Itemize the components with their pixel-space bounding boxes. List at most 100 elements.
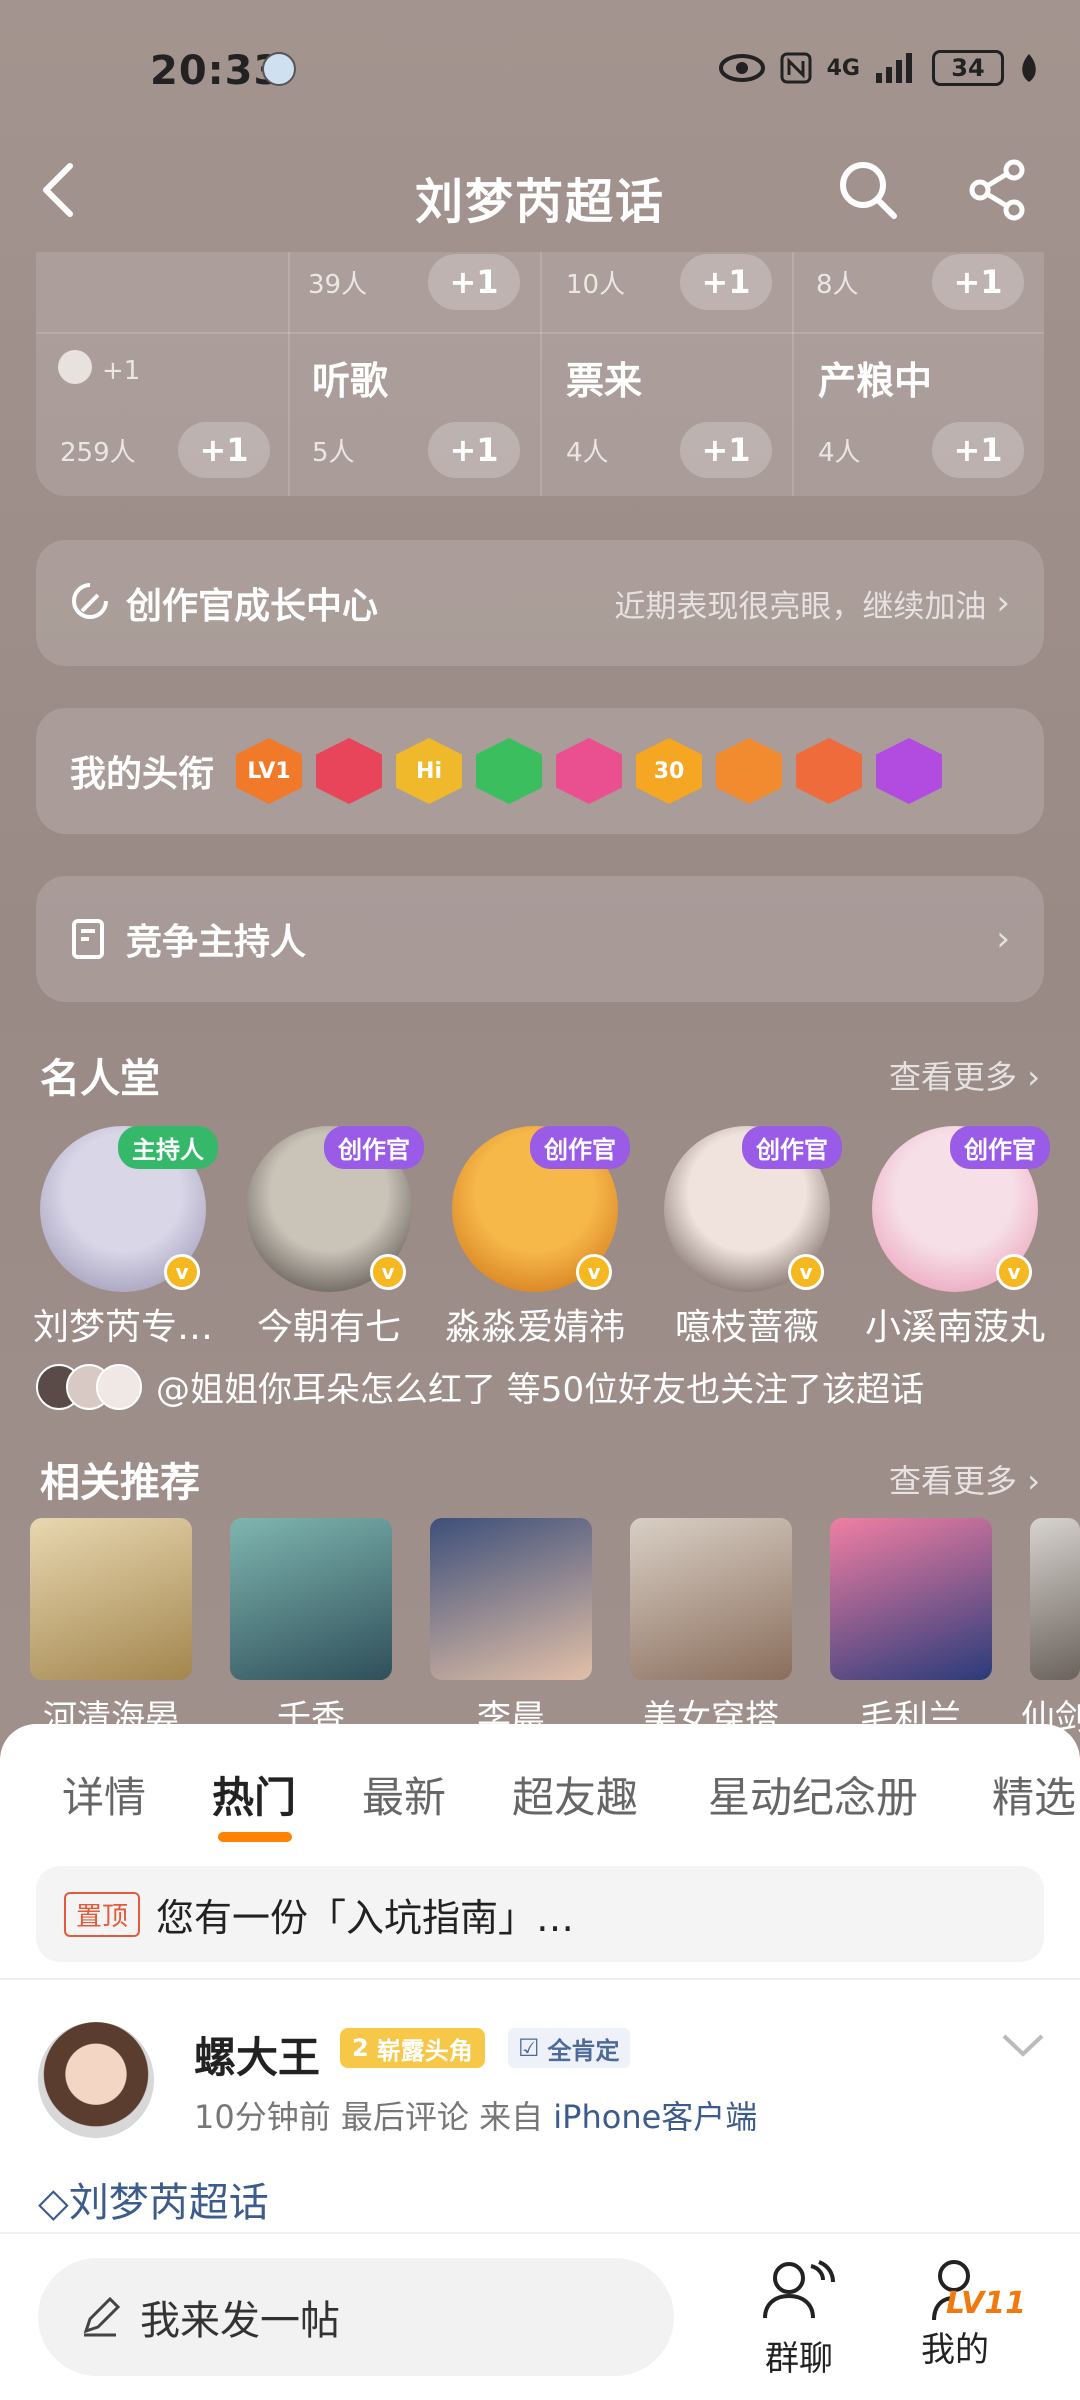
weather-icon <box>262 52 296 86</box>
level-num: 2 <box>352 2034 369 2062</box>
related-topic-image[interactable] <box>630 1518 792 1680</box>
hall-of-fame-more-link[interactable]: 查看更多 › <box>889 1052 1040 1098</box>
tab-0[interactable]: 详情 <box>62 1764 146 1825</box>
chevron-down-icon[interactable] <box>1000 2030 1046 2060</box>
check-in-grid: 39人 +1 10人 +1 8人 +1 +1 259人 +1 听歌 5人 +1 … <box>36 252 1044 496</box>
role-tag: 创作官 <box>530 1126 630 1169</box>
title-badge[interactable] <box>316 738 383 804</box>
title-badges: LV1 Hi 30 <box>222 738 943 804</box>
hall-member-avatar[interactable]: 创作官 v <box>246 1126 424 1292</box>
plus-one-button[interactable]: +1 <box>178 422 270 478</box>
related-more-link[interactable]: 查看更多 › <box>889 1456 1040 1502</box>
mine-label: 我的 <box>921 2330 989 2370</box>
document-icon <box>72 919 104 959</box>
eye-icon <box>718 54 765 82</box>
search-icon[interactable] <box>836 158 900 222</box>
related-topic-image[interactable] <box>430 1518 592 1680</box>
my-titles-card[interactable]: 我的头衔 LV1 Hi 30 <box>36 708 1044 834</box>
title-badge[interactable] <box>476 738 543 804</box>
pencil-icon <box>83 2296 121 2337</box>
more-label: 查看更多 <box>889 1462 1018 1500</box>
group-chat-icon <box>763 2260 835 2319</box>
plus-one-button[interactable]: +1 <box>428 254 520 310</box>
grid-count: 8人 <box>816 270 859 300</box>
title-badge[interactable]: LV1 <box>236 738 303 804</box>
friends-follow-text: @姐姐你耳朵怎么红了 等50位好友也关注了该超话 <box>156 1370 925 1410</box>
grid-count: 4人 <box>818 438 861 468</box>
related-topic-image[interactable] <box>830 1518 992 1680</box>
hall-member-name[interactable]: 今朝有七 <box>219 1298 439 1350</box>
grid-count: 5人 <box>312 438 355 468</box>
post-last-comment: 最后评论 <box>340 2098 469 2136</box>
tab-1[interactable]: 热门 <box>212 1764 296 1825</box>
tab-5[interactable]: 精选 <box>992 1764 1076 1825</box>
plus-one-button[interactable]: +1 <box>932 254 1024 310</box>
pinned-post[interactable]: 置顶 您有一份「入坑指南」… <box>36 1866 1044 1962</box>
plus-one-button[interactable]: +1 <box>680 254 772 310</box>
hall-member-avatar[interactable]: 创作官 v <box>452 1126 630 1292</box>
group-chat-label: 群聊 <box>765 2339 833 2379</box>
battery-icon: 34 <box>932 50 1004 86</box>
hall-member-avatar[interactable]: 创作官 v <box>872 1126 1050 1292</box>
grid-divider <box>288 252 290 496</box>
role-tag: 主持人 <box>118 1126 218 1169</box>
avatar[interactable] <box>38 2022 154 2138</box>
active-tab-indicator <box>218 1832 292 1842</box>
plus-one-button[interactable]: +1 <box>428 422 520 478</box>
grid-label: 产粮中 <box>818 359 933 403</box>
growth-title: 创作官成长中心 <box>126 586 379 627</box>
network-type: 4G <box>826 55 860 81</box>
grid-count: 259人 <box>60 438 136 468</box>
tab-3[interactable]: 超友趣 <box>512 1764 638 1825</box>
related-title: 相关推荐 <box>40 1460 200 1506</box>
friends-follow-row[interactable]: @姐姐你耳朵怎么红了 等50位好友也关注了该超话 <box>36 1362 924 1411</box>
title-badge[interactable]: Hi <box>396 738 463 804</box>
pinned-text: 您有一份「入坑指南」… <box>156 1895 575 1940</box>
plus-one-button[interactable]: +1 <box>680 422 772 478</box>
status-icons: 4G 34 <box>718 50 1040 86</box>
tab-2[interactable]: 最新 <box>362 1764 446 1825</box>
verified-icon: v <box>788 1254 824 1290</box>
topic-label: 刘梦芮超话 <box>68 2180 269 2226</box>
verified-icon: v <box>370 1254 406 1290</box>
friend-avatar <box>96 1363 142 1410</box>
creator-icon <box>72 583 108 619</box>
related-topic-image[interactable] <box>1030 1518 1080 1680</box>
hall-member-name[interactable]: 淼淼爱婧祎 <box>425 1298 645 1350</box>
divider <box>0 1978 1080 1980</box>
related-topic-image[interactable] <box>30 1518 192 1680</box>
hall-member-name[interactable]: 噫枝蔷薇 <box>637 1298 857 1350</box>
hall-member-name[interactable]: 刘梦芮专… <box>13 1298 233 1350</box>
related-topic-image[interactable] <box>230 1518 392 1680</box>
level-badge: 2 崭露头角 <box>340 2028 485 2068</box>
grid-divider <box>792 252 794 496</box>
hall-of-fame-title: 名人堂 <box>40 1056 160 1102</box>
title-badge[interactable] <box>876 738 943 804</box>
host-title: 竞争主持人 <box>126 922 307 963</box>
share-icon[interactable] <box>966 158 1030 222</box>
compose-label: 我来发一帖 <box>140 2298 340 2344</box>
hall-member-name[interactable]: 小溪南菠丸 <box>845 1298 1065 1350</box>
post-username[interactable]: 螺大王 <box>194 2024 320 2085</box>
grid-divider <box>36 332 1044 334</box>
title-badge[interactable] <box>556 738 623 804</box>
grid-label: 票来 <box>566 359 643 403</box>
mine-button[interactable]: LV11 我的 <box>900 2258 1026 2371</box>
tab-4[interactable]: 星动纪念册 <box>708 1764 918 1825</box>
title-badge[interactable] <box>796 738 863 804</box>
topic-link[interactable]: ◇刘梦芮超话 <box>38 2170 269 2228</box>
avatar-icon <box>58 350 92 384</box>
titles-label: 我的头衔 <box>70 754 215 795</box>
creator-growth-card[interactable]: 创作官成长中心 近期表现很亮眼，继续加油 › <box>36 540 1044 666</box>
title-badge[interactable]: 30 <box>636 738 703 804</box>
group-chat-button[interactable]: 群聊 <box>744 2258 854 2380</box>
compete-host-card[interactable]: 竞争主持人 › <box>36 876 1044 1002</box>
hall-member-avatar[interactable]: 主持人 v <box>40 1126 218 1292</box>
hall-member-avatar[interactable]: 创作官 v <box>664 1126 842 1292</box>
post-source[interactable]: iPhone客户端 <box>553 2098 757 2136</box>
plus-one-button[interactable]: +1 <box>932 422 1024 478</box>
user-level-icon: LV11 <box>900 2258 1026 2322</box>
title-badge[interactable] <box>716 738 783 804</box>
role-tag: 创作官 <box>742 1126 842 1169</box>
compose-button[interactable]: 我来发一帖 <box>38 2258 674 2376</box>
